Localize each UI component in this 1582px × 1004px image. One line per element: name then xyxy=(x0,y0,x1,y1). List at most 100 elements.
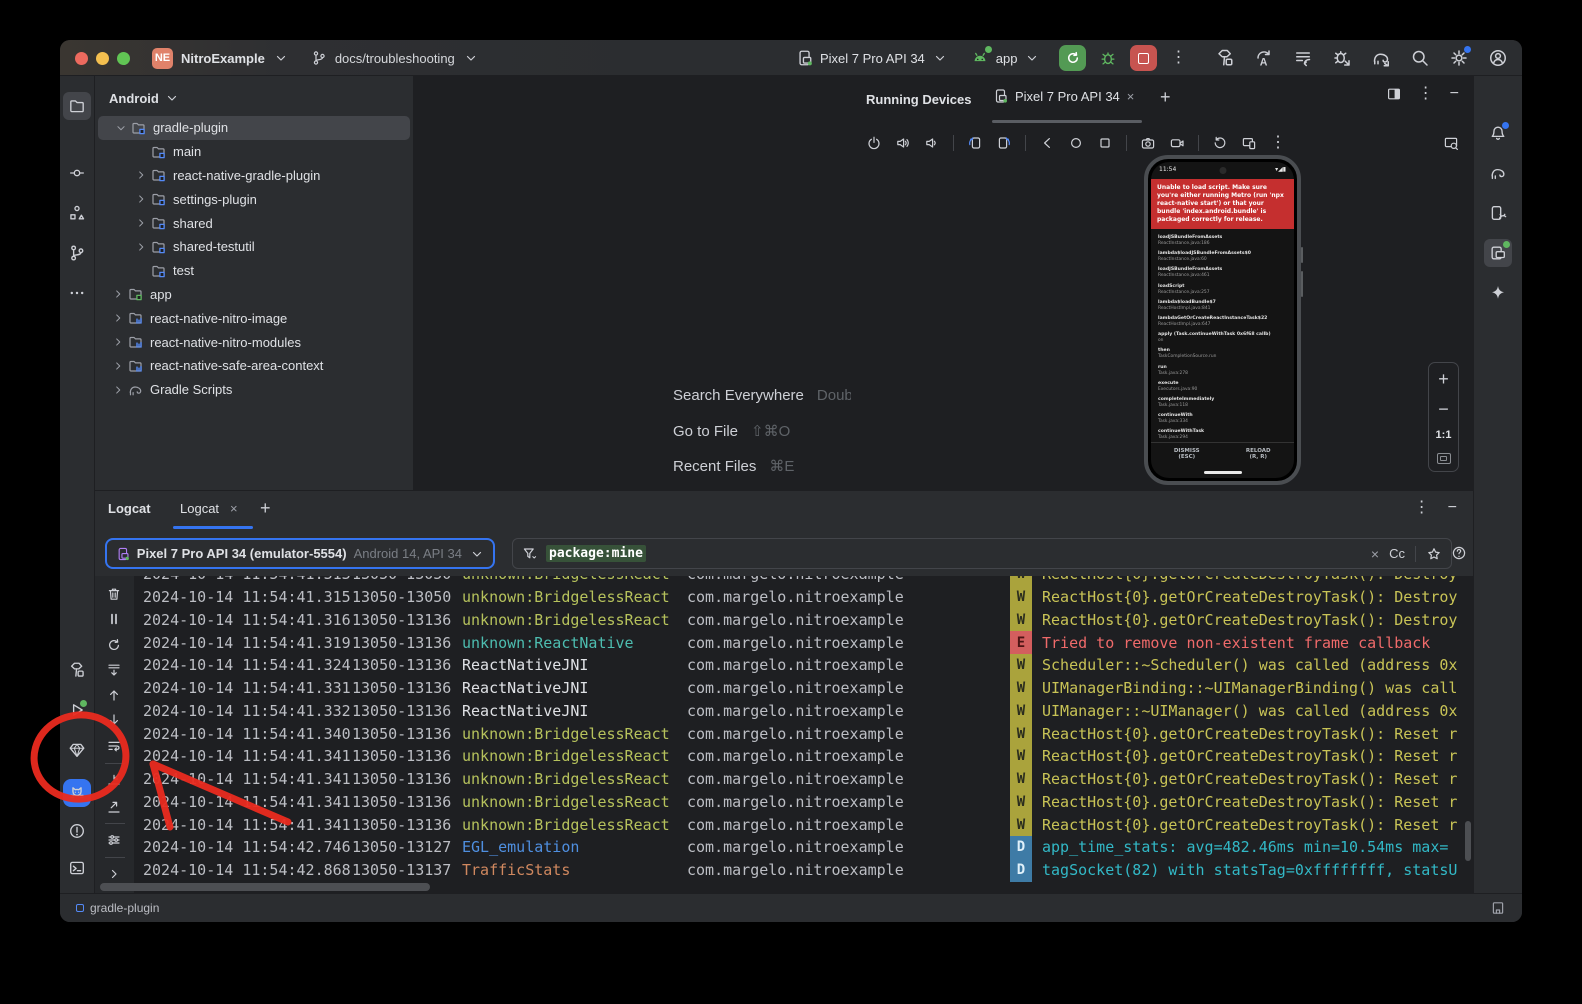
log-row[interactable]: 2024-10-14 11:54:41.33113050-13136ReactN… xyxy=(135,677,1465,700)
export-logs-button[interactable] xyxy=(106,799,124,817)
import-logs-button[interactable] xyxy=(106,771,124,789)
device-manager-button[interactable] xyxy=(1484,199,1512,227)
tree-item-settings-plugin[interactable]: settings-plugin xyxy=(95,187,413,211)
log-row[interactable]: 2024-10-14 11:54:42.86813050-13137Traffi… xyxy=(135,859,1465,882)
chevron-down-icon[interactable] xyxy=(932,50,948,66)
hide-panel-button[interactable]: − xyxy=(1450,86,1459,102)
rotate-right-button[interactable] xyxy=(996,135,1012,151)
soft-wrap-button[interactable] xyxy=(106,738,124,756)
sync-translate-button[interactable]: A xyxy=(1254,48,1274,68)
chevron-right-icon[interactable] xyxy=(109,311,127,325)
logcat-options-menu[interactable]: ⋮ xyxy=(1414,500,1430,516)
zoom-fit-button[interactable] xyxy=(1437,453,1451,464)
notifications-button[interactable] xyxy=(1484,119,1512,147)
gradle-sync-button[interactable] xyxy=(1371,48,1391,68)
power-button[interactable] xyxy=(866,135,882,151)
log-row[interactable]: 2024-10-14 11:54:42.74613050-13127EGL_em… xyxy=(135,836,1465,859)
clear-logcat-button[interactable] xyxy=(106,586,124,604)
record-button[interactable] xyxy=(1169,135,1185,151)
help-icon[interactable] xyxy=(1451,545,1467,561)
zoom-out-button[interactable]: − xyxy=(1438,400,1449,418)
log-row[interactable]: 2024-10-14 11:54:41.34113050-13136unknow… xyxy=(135,745,1465,768)
overview-button[interactable] xyxy=(1097,135,1113,151)
chevron-right-icon[interactable] xyxy=(132,240,150,254)
project-view-selector[interactable]: Android xyxy=(95,76,413,116)
tree-item-test[interactable]: test xyxy=(95,259,413,283)
app-quality-insights-button[interactable] xyxy=(63,736,91,764)
run-tool-button[interactable] xyxy=(63,696,91,724)
tree-item-gradle-scripts[interactable]: Gradle Scripts xyxy=(95,378,413,402)
zoom-reset-button[interactable]: 1:1 xyxy=(1436,429,1452,441)
chevron-down-icon[interactable] xyxy=(112,121,130,135)
chevron-right-icon[interactable] xyxy=(132,216,150,230)
display-settings-icon[interactable] xyxy=(1443,135,1459,151)
home-button[interactable] xyxy=(1068,135,1084,151)
maximize-window-button[interactable] xyxy=(117,52,130,65)
structure-tool-button[interactable] xyxy=(63,199,91,227)
logcat-tool-button[interactable] xyxy=(63,779,91,807)
zoom-in-button[interactable]: + xyxy=(1438,370,1449,388)
tree-item-main[interactable]: main xyxy=(95,140,413,164)
tree-item-react-native-safe-area-context[interactable]: react-native-safe-area-context xyxy=(95,354,413,378)
vertical-scrollbar[interactable] xyxy=(1465,821,1471,861)
statusbar-indicator-icon[interactable] xyxy=(1490,900,1506,916)
chevron-right-icon[interactable] xyxy=(132,192,150,206)
log-row[interactable]: 2024-10-14 11:54:41.32413050-13136ReactN… xyxy=(135,654,1465,677)
layout-icon[interactable] xyxy=(1386,86,1402,102)
screenshot-button[interactable] xyxy=(1140,135,1156,151)
log-row[interactable]: 2024-10-14 11:54:41.31613050-13136unknow… xyxy=(135,609,1465,632)
debug-button[interactable] xyxy=(1099,49,1117,67)
terminal-tool-button[interactable] xyxy=(63,854,91,882)
gemini-assistant-button[interactable] xyxy=(1484,279,1512,307)
branch-name[interactable]: docs/troubleshooting xyxy=(335,51,455,66)
log-rows-viewport[interactable]: 2024-10-14 11:54:41.31313050-13050unknow… xyxy=(135,576,1465,882)
filter-funnel-icon[interactable] xyxy=(522,546,538,562)
chevron-right-icon[interactable] xyxy=(109,335,127,349)
dismiss-button[interactable]: DISMISS (ESC) xyxy=(1151,443,1223,464)
commit-tool-button[interactable] xyxy=(63,159,91,187)
match-case-toggle[interactable]: Cc xyxy=(1389,546,1405,561)
tree-item-react-native-nitro-image[interactable]: react-native-nitro-image xyxy=(95,306,413,330)
tree-item-gradle-plugin[interactable]: gradle-plugin xyxy=(98,116,410,140)
chevron-down-icon[interactable] xyxy=(273,50,289,66)
tree-item-shared-testutil[interactable]: shared-testutil xyxy=(95,235,413,259)
log-row[interactable]: 2024-10-14 11:54:41.31913050-13136unknow… xyxy=(135,631,1465,654)
minimize-window-button[interactable] xyxy=(96,52,109,65)
gradle-tool-button[interactable] xyxy=(1484,159,1512,187)
search-button[interactable] xyxy=(1410,48,1430,68)
pause-logcat-button[interactable] xyxy=(106,611,124,629)
rerun-button[interactable] xyxy=(1059,45,1086,71)
expand-toolbar-button[interactable] xyxy=(106,866,124,884)
favorite-filter-icon[interactable] xyxy=(1426,546,1442,562)
chevron-right-icon[interactable] xyxy=(132,168,150,182)
settings-button[interactable] xyxy=(1449,48,1469,68)
log-row[interactable]: 2024-10-14 11:54:41.34013050-13136unknow… xyxy=(135,722,1465,745)
volume-up-button[interactable] xyxy=(895,135,911,151)
hide-logcat-button[interactable]: − xyxy=(1448,500,1457,516)
close-window-button[interactable] xyxy=(75,52,88,65)
chevron-right-icon[interactable] xyxy=(109,383,127,397)
chevron-down-icon[interactable] xyxy=(1024,50,1040,66)
log-row[interactable]: 2024-10-14 11:54:41.34113050-13136unknow… xyxy=(135,768,1465,791)
log-row[interactable]: 2024-10-14 11:54:41.34113050-13136unknow… xyxy=(135,791,1465,814)
account-button[interactable] xyxy=(1488,48,1508,68)
add-logcat-tab-button[interactable]: + xyxy=(260,499,271,517)
todo-list-button[interactable] xyxy=(1293,48,1313,68)
back-button[interactable] xyxy=(1039,135,1055,151)
previous-occurrence-button[interactable] xyxy=(106,687,124,705)
snapshot-button[interactable] xyxy=(1241,135,1257,151)
emulator-phone[interactable]: 11:54 ▾◢▮ Unable to load script. Make su… xyxy=(1144,155,1301,485)
rotate-left-button[interactable] xyxy=(967,135,983,151)
build-tool-button[interactable] xyxy=(63,656,91,684)
chevron-down-icon[interactable] xyxy=(463,50,479,66)
close-tab-icon[interactable]: × xyxy=(1127,90,1135,103)
restart-button[interactable] xyxy=(1212,135,1228,151)
horizontal-scrollbar[interactable] xyxy=(100,883,430,891)
tree-item-react-native-nitro-modules[interactable]: react-native-nitro-modules xyxy=(95,330,413,354)
tree-item-shared[interactable]: shared xyxy=(95,211,413,235)
log-row[interactable]: 2024-10-14 11:54:41.31313050-13050unknow… xyxy=(135,576,1465,586)
chevron-right-icon[interactable] xyxy=(109,287,127,301)
toolbar-more-menu[interactable]: ⋮ xyxy=(1270,135,1286,151)
log-row[interactable]: 2024-10-14 11:54:41.34113050-13136unknow… xyxy=(135,813,1465,836)
volume-down-button[interactable] xyxy=(924,135,940,151)
